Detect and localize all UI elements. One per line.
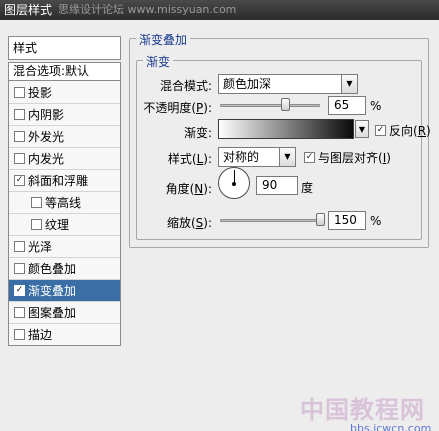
opacity-slider-track[interactable] <box>220 104 320 107</box>
align-with-layer-checkbox[interactable]: ✓ 与图层对齐(I) <box>304 149 391 166</box>
effect-item[interactable]: 描边 <box>9 323 120 345</box>
effect-item[interactable]: 外发光 <box>9 125 120 147</box>
effect-item-label: 纹理 <box>45 218 70 232</box>
gradient-overlay-title: 渐变叠加 <box>136 31 191 48</box>
angle-value: 90 <box>262 178 278 192</box>
effect-item-label: 等高线 <box>45 196 82 210</box>
effect-item-label: 图案叠加 <box>28 306 77 320</box>
effect-item[interactable]: 内发光 <box>9 147 120 169</box>
effect-checkbox[interactable] <box>14 131 25 142</box>
align-checkbox-box[interactable]: ✓ <box>304 152 315 163</box>
effect-checkbox[interactable] <box>14 109 25 120</box>
effect-checkbox[interactable]: ✓ <box>14 175 25 186</box>
reverse-checkbox[interactable]: ✓ 反向(R) <box>375 122 431 139</box>
effect-item[interactable]: 图案叠加 <box>9 301 120 323</box>
effect-item-label: 内发光 <box>28 152 65 166</box>
opacity-input[interactable]: 65 <box>328 96 366 115</box>
scale-input[interactable]: 150 <box>328 211 366 230</box>
effect-item[interactable]: 光泽 <box>9 235 120 257</box>
effect-checkbox[interactable] <box>31 197 42 208</box>
watermark-top: 思缘设计论坛 www.missyuan.com <box>58 3 237 16</box>
effect-checkbox[interactable] <box>14 329 25 340</box>
scale-label: 缩放(S): <box>166 216 212 230</box>
angle-unit: 度 <box>301 181 314 195</box>
effect-item-label: 渐变叠加 <box>28 284 77 298</box>
effect-checkbox[interactable] <box>31 219 42 230</box>
watermark-url: bbs.jcwcn.com <box>350 422 432 431</box>
align-label: 与图层对齐(I) <box>318 151 391 165</box>
effect-item-label: 颜色叠加 <box>28 262 77 276</box>
scale-slider-thumb[interactable] <box>316 213 325 226</box>
effect-checkbox[interactable] <box>14 86 25 98</box>
angle-dial[interactable] <box>218 167 250 199</box>
blend-mode-label: 混合模式: <box>159 79 212 93</box>
effect-item[interactable]: 颜色叠加 <box>9 257 120 279</box>
opacity-unit: % <box>370 99 382 113</box>
blend-mode-value: 颜色加深 <box>223 77 272 91</box>
effect-item[interactable]: ✓ 渐变叠加 <box>9 279 120 301</box>
reverse-checkbox-box[interactable]: ✓ <box>375 125 386 136</box>
chevron-down-icon: ▼ <box>279 148 295 166</box>
effect-list: 投影 内阴影 外发光 内发光 ✓ 斜面和浮雕 等高线 纹理 光泽 颜色叠加 ✓ 渐变叠加 图案叠加 描边 <box>8 80 121 346</box>
dialog-title: 图层样式 <box>4 3 53 17</box>
chevron-down-icon: ▼ <box>358 124 366 134</box>
reverse-label: 反向(R) <box>389 124 431 138</box>
angle-dial-center <box>232 182 236 186</box>
effect-checkbox[interactable] <box>14 153 25 164</box>
style-value: 对称的 <box>223 150 260 164</box>
style-select[interactable]: 对称的 ▼ <box>218 147 296 167</box>
effect-checkbox[interactable] <box>14 307 25 318</box>
layer-style-dialog: 样式 混合选项:默认 投影 内阴影 外发光 内发光 ✓ 斜面和浮雕 等高线 纹理 光泽 颜色叠加 ✓… <box>0 20 439 431</box>
gradient-label: 渐变: <box>183 126 212 140</box>
opacity-value: 65 <box>334 98 350 112</box>
effect-checkbox[interactable] <box>14 263 25 274</box>
effect-checkbox[interactable] <box>14 241 25 252</box>
style-list-panel: 样式 混合选项:默认 投影 内阴影 外发光 内发光 ✓ 斜面和浮雕 等高线 纹理 光泽 颜色叠加 ✓… <box>8 36 121 431</box>
styles-header[interactable]: 样式 <box>8 36 121 60</box>
effect-item[interactable]: 内阴影 <box>9 103 120 125</box>
effect-item-label: 内阴影 <box>28 108 65 122</box>
chevron-down-icon: ▼ <box>341 75 357 93</box>
effect-item[interactable]: 投影 <box>9 81 120 103</box>
effect-item-label: 外发光 <box>28 130 65 144</box>
gradient-dropdown-button[interactable]: ▼ <box>355 120 369 138</box>
opacity-label: 不透明度(P): <box>143 101 212 115</box>
opacity-slider-thumb[interactable] <box>281 98 290 111</box>
effect-item-label: 斜面和浮雕 <box>28 174 89 188</box>
gradient-picker[interactable] <box>218 119 354 139</box>
effect-item[interactable]: 纹理 <box>9 213 120 235</box>
scale-value: 150 <box>334 213 357 227</box>
style-label: 样式(L): <box>167 152 212 166</box>
effect-item-label: 描边 <box>28 328 53 342</box>
watermark-bottom: 中国教程网 <box>300 396 425 424</box>
effect-item[interactable]: ✓ 斜面和浮雕 <box>9 169 120 191</box>
scale-slider-track[interactable] <box>220 219 320 222</box>
angle-input[interactable]: 90 <box>256 176 298 195</box>
gradient-subgroup-title: 渐变 <box>143 53 174 70</box>
effect-item[interactable]: 等高线 <box>9 191 120 213</box>
blend-options-item[interactable]: 混合选项:默认 <box>8 62 121 80</box>
effect-item-label: 投影 <box>28 85 53 100</box>
effect-item-label: 光泽 <box>28 240 53 254</box>
angle-label: 角度(N): <box>165 182 212 196</box>
blend-options-label: 混合选项:默认 <box>13 64 90 78</box>
scale-unit: % <box>370 214 382 228</box>
styles-header-label: 样式 <box>13 41 38 55</box>
blend-mode-select[interactable]: 颜色加深 ▼ <box>218 74 358 94</box>
effect-checkbox[interactable]: ✓ <box>14 285 25 296</box>
